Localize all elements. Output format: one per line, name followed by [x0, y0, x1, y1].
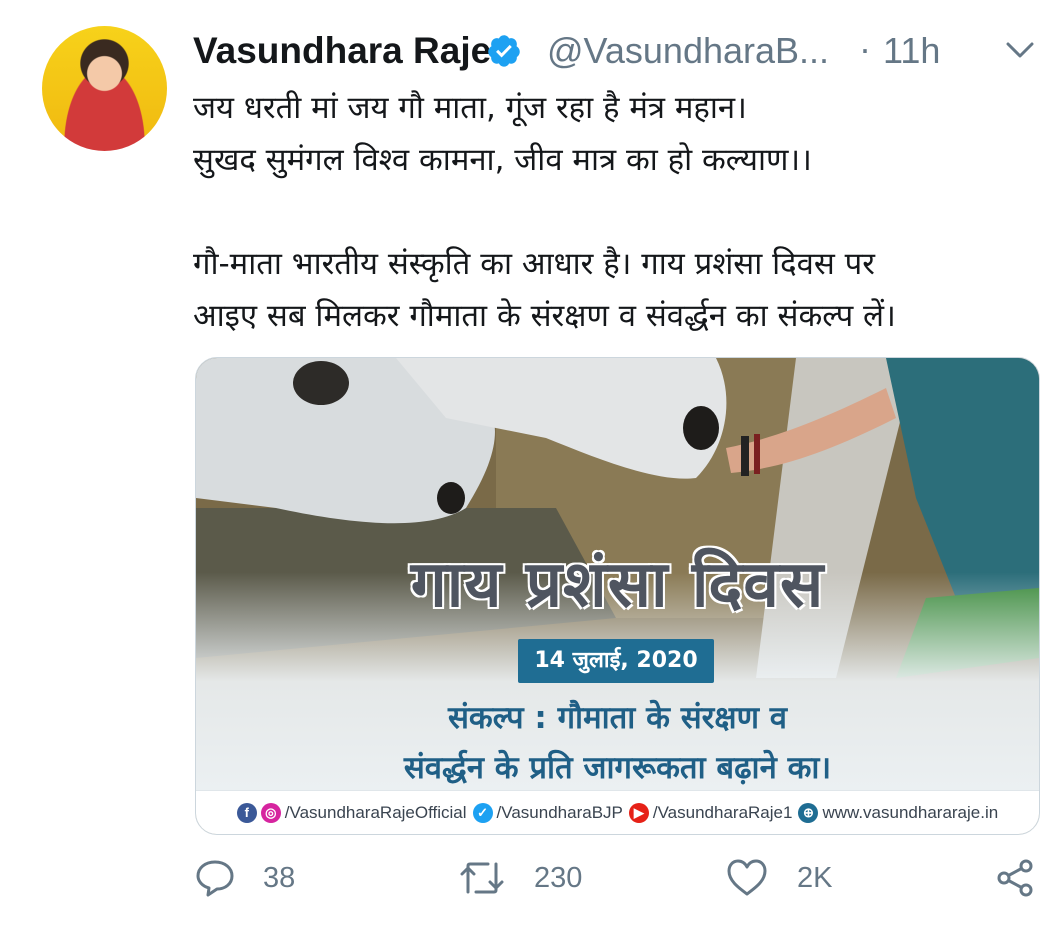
facebook-icon: f [236, 803, 257, 823]
retweet-icon [460, 862, 504, 894]
facebook-instagram-text: /VasundharaRajeOfficial [284, 803, 467, 822]
author-name[interactable]: Vasundhara Raje [193, 30, 491, 72]
social-footer: f ◎ /VasundharaRajeOfficial ✓ /Vasundhar… [196, 790, 1039, 834]
separator-dot: · [859, 28, 871, 69]
avatar[interactable] [42, 26, 167, 151]
youtube-text: /VasundharaRaje1 [652, 803, 793, 822]
tweet-line: गौ-माता भारतीय संस्कृति का आधार है। गाय … [193, 246, 875, 282]
media-title: गाय प्रशंसा दिवस [410, 548, 825, 622]
pledge-text: संकल्प : गौमाता के संरक्षण व संवर्द्धन क… [196, 693, 1039, 793]
tweet-line: जय धरती मां जय गौ माता, गूंज रहा है मंत्… [193, 90, 747, 126]
share-icon [997, 859, 1033, 897]
tweet-media-image[interactable]: गाय प्रशंसा दिवस 14 जुलाई, 2020 संकल्प :… [195, 357, 1040, 835]
tweet-header: Vasundhara Raje @VasundharaB... · 11h [193, 28, 1035, 78]
youtube-icon: ▶ [628, 803, 649, 823]
timestamp[interactable]: 11h [883, 30, 940, 72]
chevron-down-icon[interactable] [1005, 40, 1035, 62]
tweet-text: जय धरती मां जय गौ माता, गूंज रहा है मंत्… [193, 82, 1038, 342]
reply-icon [196, 860, 234, 897]
date-badge: 14 जुलाई, 2020 [518, 639, 714, 683]
youtube-handle: ▶ /VasundharaRaje1 [628, 803, 793, 823]
tweet-line: सुखद सुमंगल विश्व कामना, जीव मात्र का हो… [193, 142, 812, 178]
reply-count: 38 [263, 861, 296, 894]
twitter-icon: ✓ [472, 803, 493, 823]
tweet-line: आइए सब मिलकर गौमाता के संरक्षण व संवर्द्… [193, 298, 896, 334]
facebook-instagram-handle: f ◎ /VasundharaRajeOfficial [236, 803, 467, 823]
pledge-line: संवर्द्धन के प्रति जागरूकता बढ़ाने का। [403, 750, 832, 786]
twitter-text: /VasundharaBJP [496, 803, 623, 822]
verified-icon [488, 35, 520, 67]
like-count: 2K [797, 861, 833, 894]
pledge-line: संकल्प : गौमाता के संरक्षण व [447, 700, 788, 736]
twitter-handle: ✓ /VasundharaBJP [472, 803, 623, 823]
retweet-button[interactable]: 230 [458, 858, 582, 898]
tweet-actions: 38 230 2K [195, 858, 1040, 908]
retweet-count: 230 [534, 861, 583, 894]
like-icon [727, 859, 767, 896]
website: ⊕ www.vasundhararaje.in [798, 803, 998, 823]
author-handle[interactable]: @VasundharaB... [547, 30, 829, 72]
like-button[interactable]: 2K [725, 858, 832, 898]
website-text: www.vasundhararaje.in [822, 803, 999, 822]
reply-button[interactable]: 38 [195, 858, 295, 898]
share-button[interactable] [995, 858, 1035, 898]
globe-icon: ⊕ [798, 803, 819, 823]
instagram-icon: ◎ [260, 803, 281, 823]
